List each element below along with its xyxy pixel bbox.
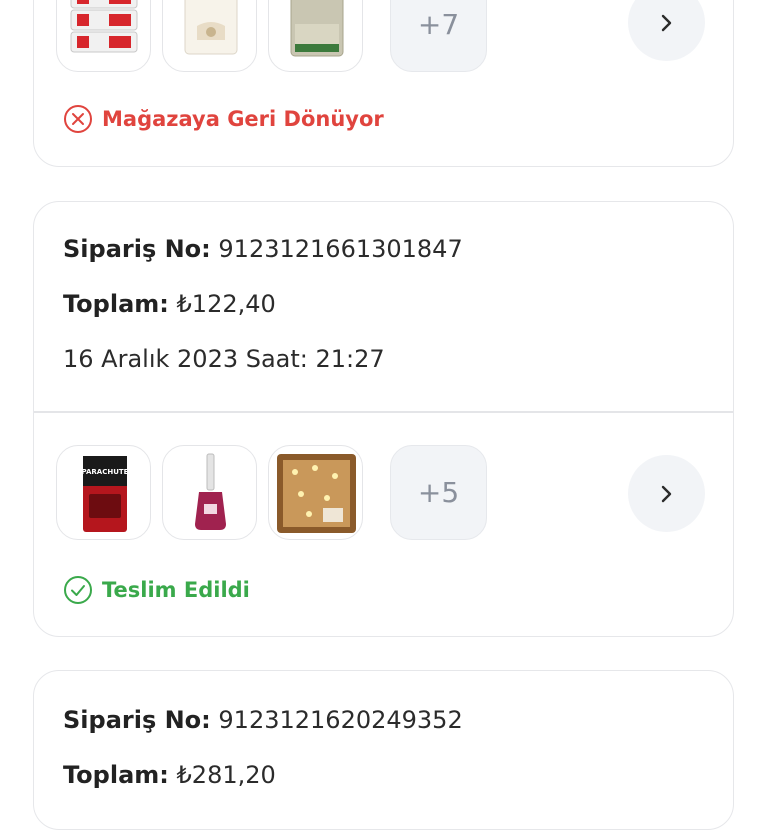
order-status: Teslim Edildi <box>63 575 250 605</box>
product-thumbnail <box>162 445 257 540</box>
product-thumbnail: PARACHUTE <box>56 445 151 540</box>
order-total-line: Toplam: ₺281,20 <box>63 761 276 789</box>
parachute-product-image: PARACHUTE <box>82 456 129 532</box>
order-number-value: 9123121620249352 <box>218 706 463 734</box>
order-total-value: ₺122,40 <box>176 290 276 318</box>
order-number-label: Sipariş No: <box>63 235 211 263</box>
rice-pack-image <box>290 0 344 57</box>
order-detail-button[interactable] <box>628 0 705 61</box>
nail-polish-image <box>195 453 226 530</box>
product-thumbnail: Petek <box>162 0 257 72</box>
order-number-line: Sipariş No: 9123121620249352 <box>63 706 463 734</box>
close-circle-icon <box>64 105 92 133</box>
order-total-label: Toplam: <box>63 290 169 318</box>
svg-text:Petek: Petek <box>192 0 230 2</box>
status-label: Teslim Edildi <box>102 578 250 602</box>
order-detail-button[interactable] <box>628 455 705 532</box>
more-items-badge[interactable]: +7 <box>390 0 487 72</box>
product-thumbnail <box>268 0 363 72</box>
chevron-right-icon <box>661 485 671 502</box>
order-card[interactable]: Petek +7 Mağazaya Geri Dönüyor <box>33 0 734 167</box>
order-total-value: ₺281,20 <box>176 761 276 789</box>
order-number-line: Sipariş No: 9123121661301847 <box>63 235 463 263</box>
more-items-badge[interactable]: +5 <box>390 445 487 540</box>
card-divider <box>34 411 733 413</box>
svg-text:PARACHUTE: PARACHUTE <box>82 468 129 476</box>
order-total-line: Toplam: ₺122,40 <box>63 290 276 318</box>
order-number-label: Sipariş No: <box>63 706 211 734</box>
bulgur-pack-image <box>70 0 138 53</box>
product-thumbnail <box>268 445 363 540</box>
order-total-label: Toplam: <box>63 761 169 789</box>
order-card[interactable]: Sipariş No: 9123121620249352 Toplam: ₺28… <box>33 670 734 830</box>
order-status: Mağazaya Geri Dönüyor <box>63 104 384 134</box>
petek-flour-image: Petek <box>184 0 238 55</box>
chevron-right-icon <box>661 14 671 31</box>
order-date: 16 Aralık 2023 Saat: 21:27 <box>63 345 385 373</box>
product-thumbnail <box>56 0 151 72</box>
fairy-lights-image <box>277 454 356 533</box>
order-card[interactable]: Sipariş No: 9123121661301847 Toplam: ₺12… <box>33 201 734 637</box>
check-circle-icon <box>64 576 92 604</box>
order-number-value: 9123121661301847 <box>218 235 463 263</box>
status-label: Mağazaya Geri Dönüyor <box>102 107 384 131</box>
